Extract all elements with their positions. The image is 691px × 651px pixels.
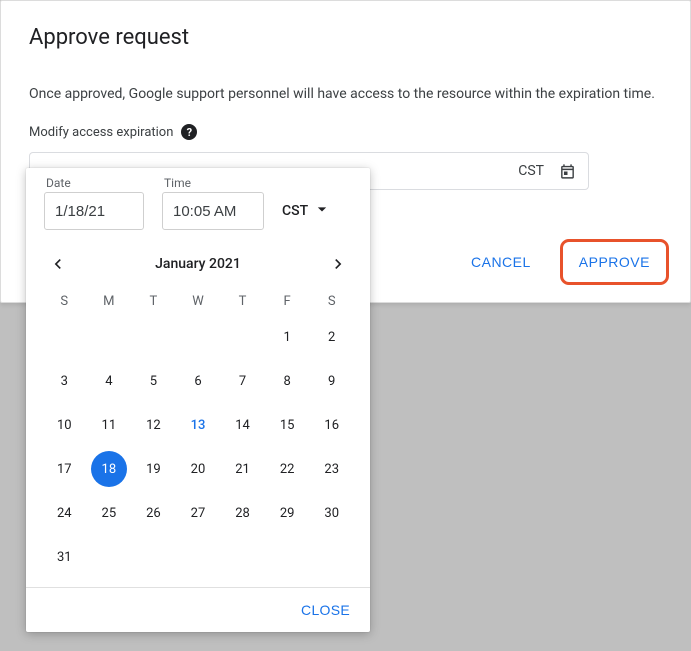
calendar-day[interactable]: 12: [131, 403, 176, 447]
dow-cell: T: [220, 294, 265, 309]
calendar-day[interactable]: 29: [265, 491, 310, 535]
calendar-day[interactable]: 18: [87, 447, 132, 491]
datetime-picker: Date Time CST January 2021 SMTWTFS 12345…: [26, 168, 370, 632]
dow-cell: S: [309, 294, 354, 309]
time-label: Time: [164, 176, 264, 190]
calendar-day[interactable]: 22: [265, 447, 310, 491]
dow-header: SMTWTFS: [26, 284, 370, 315]
time-field-group: Time: [162, 176, 264, 230]
dow-cell: W: [176, 294, 221, 309]
calendar-icon[interactable]: [558, 162, 576, 180]
calendar-empty: [131, 315, 176, 359]
calendar-day[interactable]: 4: [87, 359, 132, 403]
calendar-empty: [87, 315, 132, 359]
calendar-empty: [220, 315, 265, 359]
calendar-day[interactable]: 3: [42, 359, 87, 403]
chevron-down-icon: [312, 199, 332, 223]
calendar-empty: [176, 315, 221, 359]
modify-expiration-row: Modify access expiration ?: [29, 124, 662, 140]
calendar-day[interactable]: 6: [176, 359, 221, 403]
modify-label: Modify access expiration: [29, 125, 173, 140]
calendar-day[interactable]: 13: [176, 403, 221, 447]
dow-cell: F: [265, 294, 310, 309]
dialog-description: Once approved, Google support personnel …: [29, 86, 662, 102]
calendar-day[interactable]: 20: [176, 447, 221, 491]
calendar-day[interactable]: 27: [176, 491, 221, 535]
calendar-day[interactable]: 1: [265, 315, 310, 359]
calendar-day[interactable]: 11: [87, 403, 132, 447]
timezone-value: CST: [282, 203, 308, 219]
calendar-day[interactable]: 14: [220, 403, 265, 447]
month-nav: January 2021: [26, 236, 370, 284]
calendar-day[interactable]: 16: [309, 403, 354, 447]
calendar-day[interactable]: 8: [265, 359, 310, 403]
timezone-label: CST: [518, 163, 544, 179]
dow-cell: M: [87, 294, 132, 309]
calendar-day[interactable]: 21: [220, 447, 265, 491]
calendar-day[interactable]: 26: [131, 491, 176, 535]
help-icon[interactable]: ?: [181, 124, 197, 140]
next-month-button[interactable]: [328, 254, 348, 274]
picker-inputs-row: Date Time CST: [26, 168, 370, 236]
calendar-day[interactable]: 10: [42, 403, 87, 447]
time-input[interactable]: [162, 192, 264, 230]
calendar-day[interactable]: 5: [131, 359, 176, 403]
picker-footer: CLOSE: [26, 588, 370, 632]
month-title: January 2021: [155, 256, 241, 272]
calendar-day[interactable]: 9: [309, 359, 354, 403]
date-input[interactable]: [44, 192, 144, 230]
calendar-day[interactable]: 2: [309, 315, 354, 359]
calendar-day[interactable]: 25: [87, 491, 132, 535]
calendar-day[interactable]: 23: [309, 447, 354, 491]
calendar-day[interactable]: 24: [42, 491, 87, 535]
calendar-day[interactable]: 31: [42, 535, 87, 579]
approve-button[interactable]: APPROVE: [567, 246, 662, 278]
calendar-day[interactable]: 28: [220, 491, 265, 535]
timezone-select[interactable]: CST: [282, 192, 332, 230]
dow-cell: T: [131, 294, 176, 309]
prev-month-button[interactable]: [48, 254, 68, 274]
calendar-day[interactable]: 30: [309, 491, 354, 535]
calendar-day[interactable]: 15: [265, 403, 310, 447]
calendar-day[interactable]: 17: [42, 447, 87, 491]
calendar-day[interactable]: 19: [131, 447, 176, 491]
date-field-group: Date: [44, 176, 144, 230]
close-button[interactable]: CLOSE: [301, 602, 350, 618]
dialog-title: Approve request: [29, 25, 662, 50]
calendar-empty: [42, 315, 87, 359]
date-label: Date: [46, 176, 144, 190]
cancel-button[interactable]: CANCEL: [459, 246, 543, 278]
calendar-day[interactable]: 7: [220, 359, 265, 403]
dow-cell: S: [42, 294, 87, 309]
calendar-grid: 1234567891011121314151617181920212223242…: [26, 315, 370, 587]
